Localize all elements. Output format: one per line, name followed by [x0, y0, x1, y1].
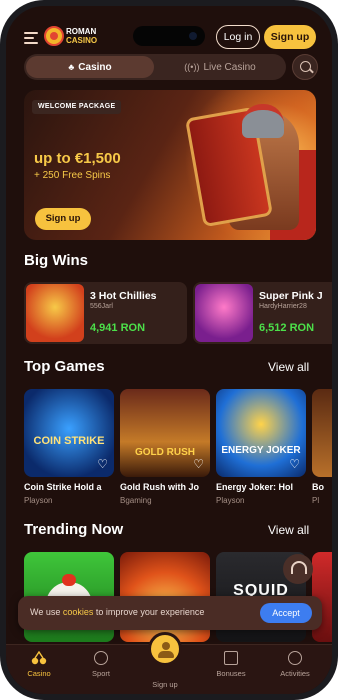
- nav-item-label: Activities: [280, 669, 310, 678]
- game-provider: Bgaming: [120, 496, 152, 505]
- game-title: Bo: [312, 482, 324, 492]
- game-art-text: ENERGY JOKER: [221, 445, 301, 456]
- win-username: 556Jarl: [90, 303, 113, 310]
- welcome-banner[interactable]: WELCOME PACKAGE up to €1,500 + 250 Free …: [24, 90, 316, 240]
- cookie-accept-button[interactable]: Accept: [260, 603, 312, 623]
- game-title: Energy Joker: Hol: [216, 482, 294, 492]
- hamburger-menu-icon[interactable]: [24, 32, 38, 44]
- nav-item-signup-label[interactable]: Sign up: [143, 680, 187, 689]
- logo-text-bottom: CASINO: [66, 36, 98, 45]
- tab-live-casino-label: Live Casino: [203, 62, 256, 73]
- game-thumbnail: [26, 284, 84, 342]
- search-button[interactable]: [292, 54, 318, 80]
- game-provider: Pl: [312, 496, 320, 505]
- win-game-name: 3 Hot Chillies: [90, 290, 157, 302]
- favorite-heart-icon[interactable]: ♡: [97, 457, 108, 471]
- nav-item-sport[interactable]: Sport: [76, 651, 126, 678]
- nav-item-label: Casino: [27, 669, 51, 678]
- cookie-banner: We use cookies to improve your experienc…: [18, 596, 322, 630]
- tab-live-casino[interactable]: ((•)) Live Casino: [156, 56, 284, 78]
- banner-signup-button[interactable]: Sign up: [35, 208, 91, 230]
- logo-emblem-icon: [44, 26, 64, 46]
- game-tile-partial[interactable]: [312, 389, 332, 477]
- phone-frame: ROMAN CASINO Log in Sign up ♣ Casino ((•)…: [0, 0, 338, 700]
- trending-now-title: Trending Now: [24, 521, 124, 538]
- win-amount: 4,941 RON: [90, 322, 146, 334]
- nav-item-activities[interactable]: Activities: [270, 651, 320, 678]
- gift-icon: [224, 651, 238, 665]
- game-thumbnail: [195, 284, 253, 342]
- support-headset-icon[interactable]: [283, 554, 313, 584]
- gladiator-helmet: [242, 104, 284, 138]
- category-tabs: ♣ Casino ((•)) Live Casino: [24, 54, 286, 80]
- login-button[interactable]: Log in: [216, 25, 260, 49]
- chicken-comb-art: [62, 574, 76, 586]
- cookie-text-end: to improve your experience: [93, 607, 205, 617]
- game-tile-energy-joker[interactable]: ENERGY JOKER ♡: [216, 389, 306, 477]
- trending-view-all-link[interactable]: View all: [268, 523, 309, 537]
- nav-item-label: Sport: [92, 669, 110, 678]
- game-art-text: COIN STRIKE: [33, 435, 105, 447]
- app-screen: ROMAN CASINO Log in Sign up ♣ Casino ((•)…: [6, 6, 332, 694]
- game-tile-coin-strike[interactable]: COIN STRIKE ♡: [24, 389, 114, 477]
- big-win-card[interactable]: 3 Hot Chillies 556Jarl 4,941 RON: [24, 282, 187, 344]
- football-icon: [94, 651, 108, 665]
- target-icon: [288, 651, 302, 665]
- top-games-view-all-link[interactable]: View all: [268, 360, 309, 374]
- favorite-heart-icon[interactable]: ♡: [193, 457, 204, 471]
- game-provider: Playson: [216, 496, 245, 505]
- signup-button[interactable]: Sign up: [264, 25, 316, 49]
- cookie-message: We use cookies to improve your experienc…: [30, 607, 204, 617]
- cookie-text-start: We use: [30, 607, 63, 617]
- nav-item-bonuses[interactable]: Bonuses: [206, 651, 256, 678]
- game-title: Gold Rush with Jo: [120, 482, 199, 492]
- nav-item-casino[interactable]: Casino: [14, 650, 64, 678]
- big-win-card[interactable]: Super Pink J HardyHarrier28 6,512 RON: [193, 282, 332, 344]
- cherries-icon: [31, 650, 47, 665]
- nav-signup-user-icon[interactable]: [148, 632, 182, 666]
- win-amount: 6,512 RON: [259, 322, 315, 334]
- welcome-package-badge: WELCOME PACKAGE: [32, 100, 122, 114]
- win-game-name: Super Pink J: [259, 290, 323, 302]
- favorite-heart-icon[interactable]: ♡: [289, 457, 300, 471]
- tab-casino-label: Casino: [78, 62, 112, 73]
- top-games-title: Top Games: [24, 358, 105, 375]
- tab-casino[interactable]: ♣ Casino: [26, 56, 154, 78]
- live-broadcast-icon: ((•)): [184, 62, 200, 72]
- logo-text-top: ROMAN: [66, 27, 97, 36]
- big-wins-title: Big Wins: [24, 252, 89, 269]
- free-spins-text: + 250 Free Spins: [34, 170, 111, 181]
- win-username: HardyHarrier28: [259, 303, 307, 310]
- game-tile-gold-rush[interactable]: GOLD RUSH ♡: [120, 389, 210, 477]
- roman-casino-logo[interactable]: ROMAN CASINO: [44, 24, 106, 50]
- cherries-icon: ♣: [68, 62, 75, 72]
- bonus-amount: up to €1,500: [34, 150, 121, 167]
- cookies-link[interactable]: cookies: [63, 607, 94, 617]
- nav-item-label: Bonuses: [216, 669, 246, 678]
- game-provider: Playson: [24, 496, 53, 505]
- game-title: Coin Strike Hold a: [24, 482, 102, 492]
